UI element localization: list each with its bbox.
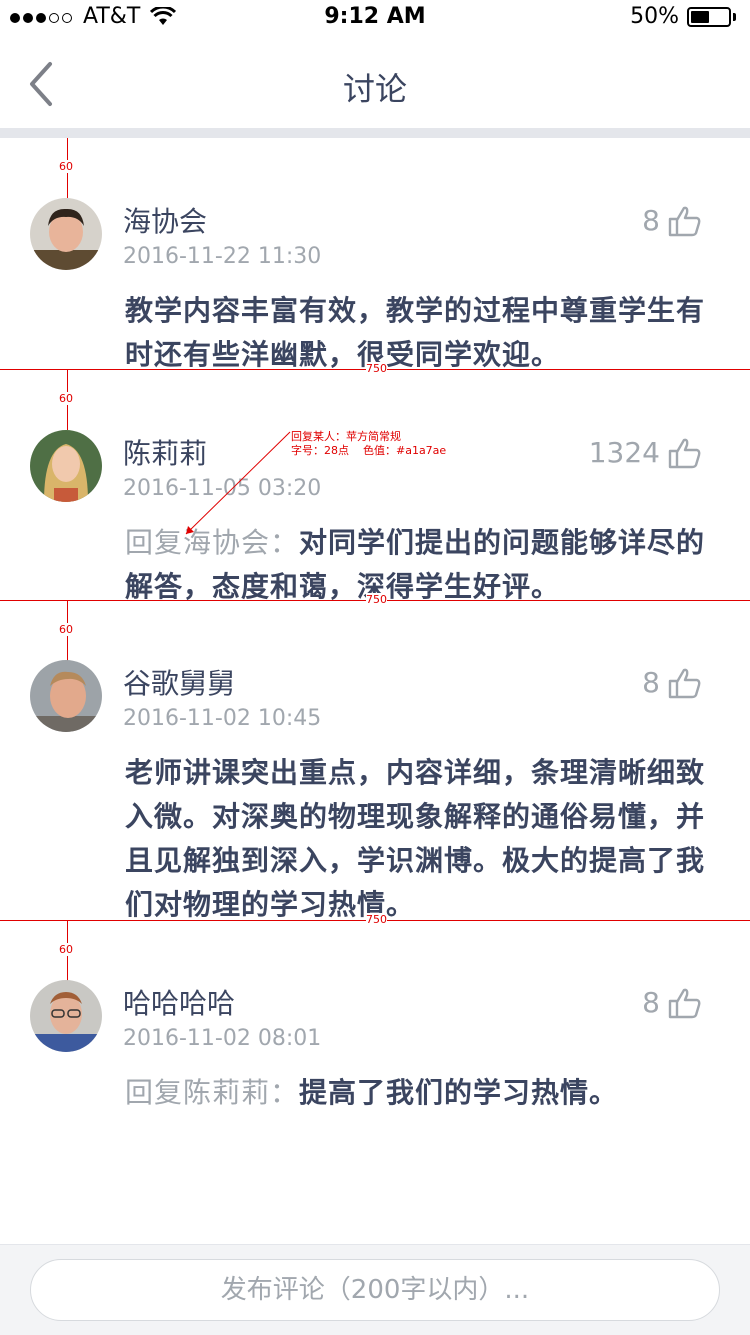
battery-status: 50% — [630, 4, 736, 29]
like-button[interactable]: 8 — [642, 204, 702, 237]
thumbs-up-icon — [668, 206, 701, 236]
username[interactable]: 谷歌舅舅 — [123, 662, 235, 702]
nav-divider — [0, 128, 750, 138]
comment-time: 2016-11-02 10:45 — [123, 706, 322, 731]
like-button[interactable]: 1324 — [589, 436, 702, 469]
like-count: 8 — [642, 986, 660, 1019]
thumbs-up-icon — [668, 668, 701, 698]
spacing-annotation: 60 — [59, 623, 73, 636]
like-count: 8 — [642, 666, 660, 699]
spacing-annotation: 60 — [59, 943, 73, 956]
comment-composer-bar: 发布评论（200字以内）... — [0, 1244, 750, 1335]
comment-body: 老师讲课突出重点，内容详细，条理清晰细致入微。对深奥的物理现象解释的通俗易懂，并… — [125, 756, 706, 921]
comment-body: 教学内容丰富有效，教学的过程中尊重学生有时还有些洋幽默，很受同学欢迎。 — [125, 294, 706, 371]
comment-time: 2016-11-22 11:30 — [123, 244, 322, 269]
spacing-annotation: 60 — [59, 392, 73, 405]
page-title: 讨论 — [342, 70, 407, 108]
comment-body: 提高了我们的学习热情。 — [299, 1076, 619, 1109]
comment-item: 60 谷歌舅舅 2016-11-02 10:45 8 老师讲课突出重点，内容详细… — [0, 601, 750, 921]
avatar[interactable] — [30, 430, 102, 502]
annotation-note: 字号：28点 色值：#a1a7ae — [291, 444, 447, 457]
username[interactable]: 海协会 — [123, 200, 207, 240]
like-count: 8 — [642, 204, 660, 237]
comment-text: 老师讲课突出重点，内容详细，条理清晰细致入微。对深奥的物理现象解释的通俗易懂，并… — [125, 751, 710, 927]
status-bar: AT&T 9:12 AM 50% — [0, 0, 750, 40]
comment-time: 2016-11-02 08:01 — [123, 1026, 322, 1051]
spacing-annotation: 60 — [59, 160, 73, 173]
comment-item: 60 哈哈哈哈 2016-11-02 08:01 8 回复陈莉莉：提高了我们的学… — [0, 921, 750, 1121]
battery-percent: 50% — [630, 4, 679, 29]
like-count: 1324 — [588, 436, 660, 469]
thumbs-up-icon — [668, 438, 701, 468]
thumbs-up-icon — [668, 988, 701, 1018]
avatar[interactable] — [30, 660, 102, 732]
comment-item: 60 海协会 2016-11-22 11:30 8 教学内容丰富有效，教学的过程… — [0, 138, 750, 371]
comment-item: 60 陈莉莉 2016-11-05 03:20 1324 回复海协会：对同学们提… — [0, 370, 750, 603]
battery-icon — [687, 6, 731, 27]
like-button[interactable]: 8 — [642, 986, 702, 1019]
annotation-arrow — [185, 431, 291, 535]
reply-prefix[interactable]: 回复陈莉莉： — [125, 1076, 299, 1109]
comment-input[interactable]: 发布评论（200字以内）... — [30, 1259, 720, 1321]
avatar[interactable] — [30, 980, 102, 1052]
username[interactable]: 哈哈哈哈 — [123, 982, 235, 1022]
nav-bar: 讨论 — [0, 40, 750, 128]
avatar[interactable] — [30, 198, 102, 270]
comment-text: 教学内容丰富有效，教学的过程中尊重学生有时还有些洋幽默，很受同学欢迎。 — [125, 289, 710, 377]
comment-text: 回复陈莉莉：提高了我们的学习热情。 — [125, 1071, 710, 1115]
like-button[interactable]: 8 — [642, 666, 702, 699]
